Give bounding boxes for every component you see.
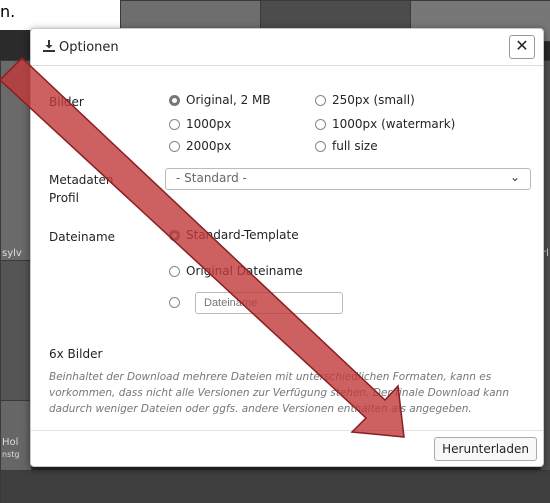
gallery-caption: nstg: [2, 450, 20, 459]
close-button[interactable]: ✕: [509, 35, 535, 59]
download-icon: [43, 40, 55, 52]
option-label: 250px (small): [332, 93, 415, 107]
option-label: Original Dateiname: [186, 264, 303, 278]
radio-icon: [315, 140, 326, 152]
option-label: 1000px: [186, 117, 232, 131]
options-dialog: Optionen ✕ Bilder Original, 2 MB 250px (…: [30, 28, 544, 467]
radio-icon: [169, 118, 180, 130]
dialog-footer: Herunterladen: [31, 430, 543, 466]
option-label: 2000px: [186, 139, 232, 153]
gallery-tile: [0, 60, 32, 262]
gallery-tile: [0, 260, 32, 402]
option-label: 1000px (watermark): [332, 117, 456, 131]
radio-icon: [169, 140, 180, 152]
option-label: full size: [332, 139, 378, 153]
image-option-1000px[interactable]: 1000px: [169, 117, 231, 131]
metadata-profile-label: Metadaten Profil: [49, 173, 114, 205]
image-option-2000px[interactable]: 2000px: [169, 139, 231, 153]
select-value: - Standard -: [176, 171, 247, 185]
radio-icon: [169, 265, 180, 277]
download-button[interactable]: Herunterladen: [434, 437, 537, 461]
dialog-title: Optionen: [59, 40, 119, 55]
radio-icon: [315, 94, 326, 106]
filename-option-standard-template[interactable]: Standard-Template: [169, 228, 299, 242]
dialog-header: Optionen ✕: [31, 29, 543, 66]
filename-label: Dateiname: [49, 230, 116, 244]
images-label: Bilder: [49, 95, 84, 109]
image-count: 6x Bilder: [49, 347, 103, 361]
metadata-profile-select[interactable]: - Standard - ⌄: [165, 168, 531, 190]
radio-icon: [169, 297, 180, 308]
option-label: Standard-Template: [186, 228, 299, 242]
image-option-250px[interactable]: 250px (small): [315, 93, 415, 107]
gallery-tile: [0, 470, 550, 503]
gallery-caption: sylv: [2, 248, 22, 259]
gallery-caption: Hol: [2, 437, 19, 448]
radio-icon: [315, 118, 326, 130]
radio-checked-icon: [169, 229, 180, 241]
radio-checked-icon: [169, 94, 180, 106]
option-label: Original, 2 MB: [186, 93, 271, 107]
download-note: Beinhaltet der Download mehrere Dateien …: [49, 371, 509, 415]
background-text: n.: [0, 2, 16, 21]
image-option-1000px-watermark[interactable]: 1000px (watermark): [315, 117, 455, 131]
image-option-full-size[interactable]: full size: [315, 139, 378, 153]
filename-option-original[interactable]: Original Dateiname: [169, 264, 303, 278]
background-text-area: n.: [0, 0, 120, 30]
chevron-down-icon: ⌄: [509, 170, 520, 184]
filename-input[interactable]: [195, 292, 343, 314]
filename-option-custom[interactable]: [169, 297, 186, 308]
image-option-original[interactable]: Original, 2 MB: [169, 93, 271, 107]
